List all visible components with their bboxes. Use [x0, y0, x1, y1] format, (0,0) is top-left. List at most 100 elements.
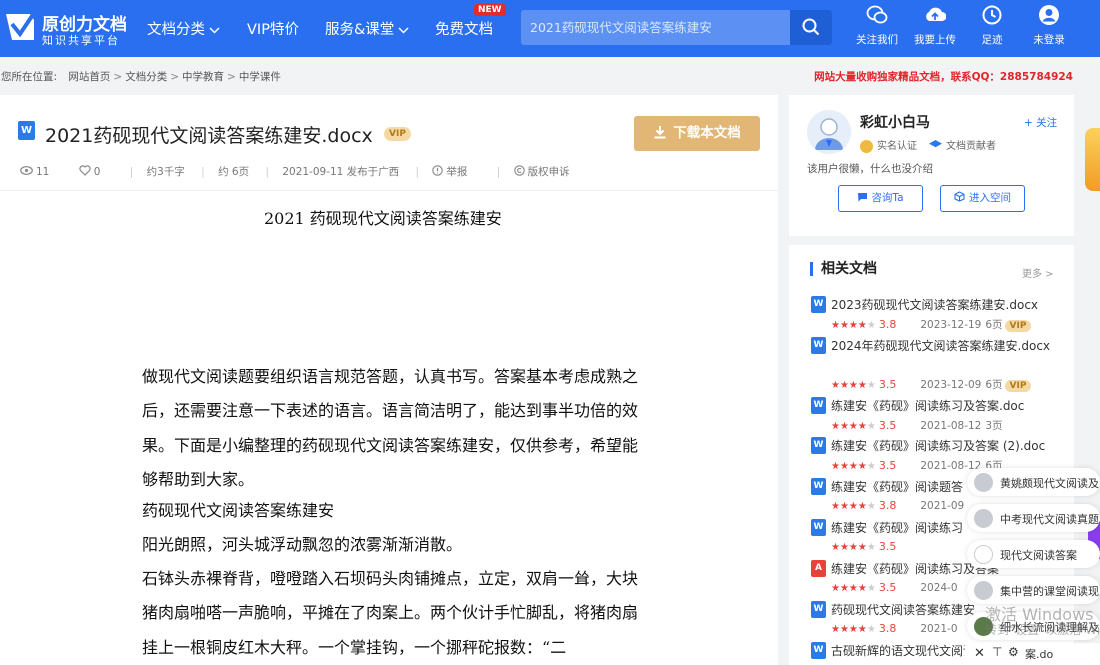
- side-promo-tab[interactable]: [1085, 128, 1100, 191]
- upload-button[interactable]: 我要上传: [910, 4, 960, 47]
- related-title: 练建安《药砚》阅读练习及答案.doc: [831, 399, 1025, 413]
- enter-space-button[interactable]: 进入空间: [940, 185, 1025, 212]
- follow-button[interactable]: + 关注: [1024, 115, 1057, 130]
- thumbnail-icon: [974, 473, 993, 492]
- word-doc-icon: W: [811, 601, 826, 618]
- breadcrumb-separator: >: [227, 71, 236, 83]
- history-label: 足迹: [981, 34, 1003, 46]
- suggestion-popup[interactable]: 中考现代文阅读真题: [967, 504, 1100, 532]
- rating-stars-icon: ★★★★★: [831, 461, 876, 472]
- contributor-icon: [929, 140, 942, 148]
- consult-label: 咨询Ta: [871, 192, 904, 204]
- nav-label: VIP特价: [247, 22, 299, 38]
- rating-stars-icon: ★★★★★: [831, 320, 876, 331]
- like-button[interactable]: 0: [79, 165, 114, 178]
- nav-label: 文档分类: [147, 22, 205, 38]
- meta-divider: |: [201, 166, 205, 178]
- related-meta: ★★★★★ 3.5: [831, 540, 904, 553]
- contributor-label: 文档贡献者: [946, 141, 996, 152]
- related-heading: 相关文档: [810, 262, 877, 276]
- suggestion-text: 中考现代文阅读真题: [1000, 513, 1099, 526]
- logo-subtitle: 知识共享平台: [42, 34, 120, 47]
- rating-value: 3.5: [878, 540, 897, 553]
- breadcrumb-separator: >: [113, 71, 123, 83]
- related-date: 2024-0: [920, 582, 958, 594]
- chevron-down-icon: [398, 26, 409, 34]
- doc-thumbnail-icon: [974, 545, 993, 564]
- meta-divider: |: [265, 166, 269, 178]
- copyright-icon: [513, 165, 525, 176]
- related-date: 2023-12-09: [920, 379, 982, 391]
- settings-icon[interactable]: ⚙: [1008, 645, 1019, 659]
- search-box: [521, 10, 832, 45]
- chevron-down-icon: [209, 26, 220, 34]
- avatar[interactable]: [807, 110, 851, 154]
- suggestion-text: 现代文阅读答案: [1000, 549, 1077, 562]
- login-button[interactable]: 未登录: [1024, 4, 1074, 47]
- more-link[interactable]: 更多 >: [1022, 265, 1054, 280]
- related-pages: 6页: [985, 319, 1003, 331]
- login-label: 未登录: [1033, 34, 1065, 46]
- consult-button[interactable]: 咨询Ta: [838, 185, 923, 212]
- download-button[interactable]: 下载本文档: [634, 116, 760, 151]
- nav-services-courses[interactable]: 服务&课堂: [325, 18, 409, 39]
- copyright-link[interactable]: 版权申诉: [513, 164, 583, 179]
- nav-free-docs[interactable]: 免费文档: [435, 18, 493, 39]
- top-header: 原创力文档 知识共享平台 文档分类 VIP特价 服务&课堂 免费文档 NEW 关…: [0, 0, 1100, 57]
- rating-value: 3.8: [878, 622, 897, 635]
- page-count: 约 6页: [218, 166, 250, 178]
- word-count: 约3千字: [146, 166, 185, 178]
- close-icon[interactable]: ✕: [974, 646, 985, 661]
- verified-icon: [860, 139, 873, 153]
- pin-icon[interactable]: ⊤: [992, 645, 1002, 659]
- word-doc-icon: W: [811, 337, 826, 354]
- meta-divider: |: [496, 166, 501, 178]
- rating-value: 3.8: [878, 318, 897, 331]
- word-doc-icon: W: [811, 478, 826, 495]
- publish-date: 2021-09-11 发布于广西: [282, 166, 400, 178]
- suggestion-popup[interactable]: 集中营的课堂阅读现: [967, 576, 1100, 604]
- history-button[interactable]: 足迹: [967, 4, 1017, 47]
- suggestion-popup[interactable]: 黄姚颇现代文阅读及: [967, 468, 1100, 496]
- document-title: 2021药砚现代文阅读答案练建安.docx: [45, 125, 373, 147]
- follow-us-label: 关注我们: [856, 34, 898, 46]
- suggestion-popup[interactable]: 现代文阅读答案: [967, 540, 1100, 568]
- site-logo[interactable]: 原创力文档 知识共享平台: [4, 8, 127, 48]
- views-count: 11: [20, 166, 62, 178]
- word-doc-icon: W: [18, 121, 35, 140]
- content-paragraph: 药砚现代文阅读答案练建安: [142, 501, 335, 520]
- related-title: 2024年药砚现代文阅读答案练建安.docx: [831, 339, 1051, 353]
- rating-stars-icon: ★★★★★: [831, 380, 876, 391]
- related-title: 练建安《药砚》阅读练习及答案 (2).doc: [831, 439, 1046, 453]
- word-doc-icon: W: [811, 437, 826, 454]
- breadcrumb-item[interactable]: 文档分类: [125, 71, 167, 83]
- related-date: 2021-09: [920, 500, 965, 512]
- search-input[interactable]: [521, 10, 791, 45]
- content-paragraph: 石钵头赤裸脊背，噔噔踏入石坝码头肉铺摊点，立定，双肩一耸，大块猪肉扇啪嗒一声脆响…: [142, 569, 639, 657]
- chat-icon: [858, 193, 868, 202]
- related-meta: ★★★★★ 3.8 2021-09: [831, 499, 968, 512]
- word-doc-icon: W: [811, 397, 826, 414]
- eye-icon: [20, 166, 33, 175]
- rating-value: 3.5: [878, 419, 897, 432]
- rating-stars-icon: ★★★★★: [831, 421, 876, 432]
- user-icon: [1039, 5, 1059, 25]
- breadcrumb-item[interactable]: 中学课件: [239, 71, 281, 83]
- logo-mark-icon: [6, 14, 34, 40]
- related-meta: ★★★★★ 3.8 2023-12-19 6页 VIP: [831, 317, 1032, 332]
- report-link[interactable]: 举报: [432, 164, 480, 179]
- views-value: 11: [36, 166, 50, 178]
- nav-vip-deals[interactable]: VIP特价: [247, 18, 299, 39]
- verified-label: 实名认证: [877, 141, 917, 152]
- author-name[interactable]: 彩虹小白马: [860, 112, 930, 132]
- acquisition-notice[interactable]: 网站大量收购独家精品文档，联系QQ：2885784924: [814, 69, 1073, 84]
- breadcrumb-item[interactable]: 中学教育: [182, 71, 224, 83]
- download-icon: [654, 126, 666, 139]
- report-label: 举报: [446, 166, 468, 178]
- word-doc-icon: W: [811, 642, 826, 659]
- history-icon: [982, 5, 1002, 25]
- nav-doc-categories[interactable]: 文档分类: [147, 18, 220, 39]
- follow-us-button[interactable]: 关注我们: [852, 4, 902, 47]
- breadcrumb-item[interactable]: 网站首页: [68, 71, 110, 83]
- search-button[interactable]: [790, 10, 832, 45]
